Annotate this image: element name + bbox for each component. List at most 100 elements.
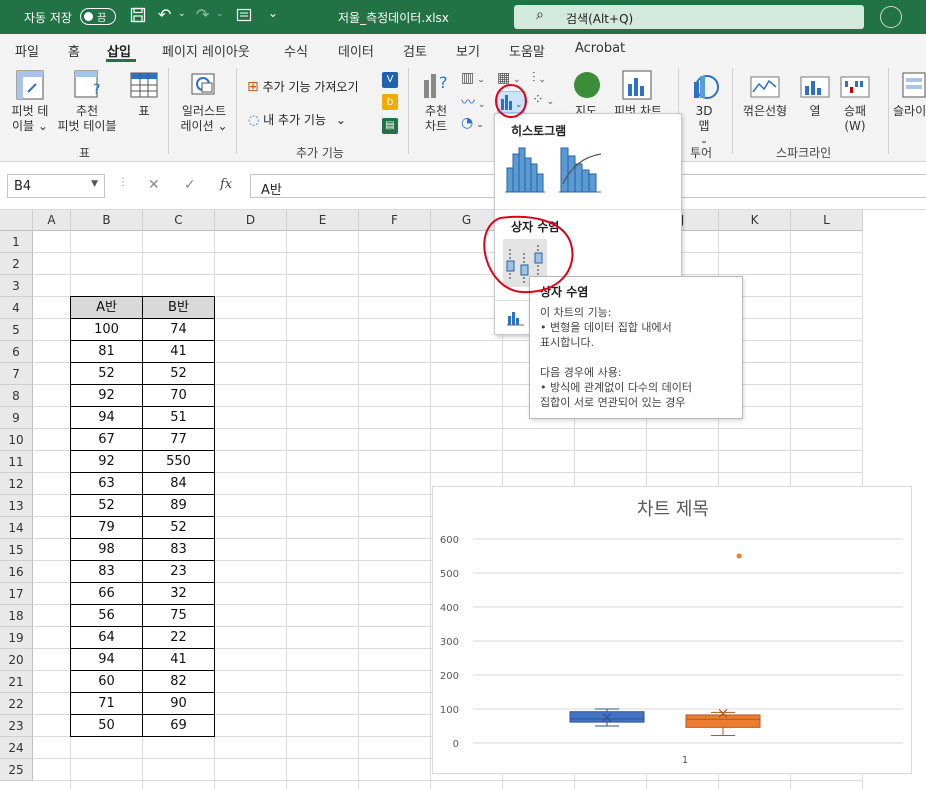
tab-home[interactable]: 홈 [68, 41, 80, 60]
maps-icon [574, 72, 600, 98]
line-chart-button[interactable]: 〰 ⌄ [461, 92, 485, 112]
table-header-cell[interactable]: A반 [71, 297, 143, 319]
table-cell[interactable]: 92 [71, 451, 143, 473]
table-cell[interactable]: 52 [71, 495, 143, 517]
table-button[interactable]: 표 [130, 104, 158, 119]
tab-help[interactable]: 도움말 [509, 41, 545, 60]
table-cell[interactable]: 75 [143, 605, 215, 627]
table-cell[interactable]: 82 [143, 671, 215, 693]
undo-icon[interactable]: ↶ [158, 5, 171, 24]
table-cell[interactable]: 89 [143, 495, 215, 517]
table-cell[interactable]: 70 [143, 385, 215, 407]
table-cell[interactable]: 74 [143, 319, 215, 341]
statistic-chart-button[interactable]: ⌄ [497, 91, 525, 113]
tab-view[interactable]: 보기 [456, 41, 480, 60]
table-cell[interactable]: 92 [71, 385, 143, 407]
y-tick-label: 0 [453, 739, 459, 750]
insert-function-button[interactable]: fx [220, 177, 232, 192]
table-cell[interactable]: 81 [71, 341, 143, 363]
table-cell[interactable]: 23 [143, 561, 215, 583]
svg-text:⌄: ⌄ [515, 100, 523, 110]
tab-acrobat[interactable]: Acrobat [575, 41, 625, 56]
tab-insert[interactable]: 삽입 [107, 41, 131, 60]
table-cell[interactable]: 100 [71, 319, 143, 341]
scatter-chart-button[interactable]: ⁘ ⌄ [532, 92, 554, 108]
tab-page-layout[interactable]: 페이지 레이아웃 [162, 41, 250, 60]
illustrations-button[interactable]: 일러스트 레이션 ⌄ [178, 104, 230, 134]
cancel-icon[interactable]: ✕ [148, 177, 160, 193]
pareto-option[interactable] [557, 144, 603, 194]
waterfall-chart-button[interactable]: ⫶ ⌄ [532, 70, 546, 86]
table-cell[interactable]: 84 [143, 473, 215, 495]
box-whisker-chart[interactable]: 차트 제목 0 100 200 300 400 500 600 1 [432, 486, 912, 774]
table-cell[interactable]: 83 [71, 561, 143, 583]
table-cell[interactable]: 64 [71, 627, 143, 649]
table-cell[interactable]: 32 [143, 583, 215, 605]
addins-grid-icon: ⊞ [247, 79, 259, 95]
pie-chart-button[interactable]: ◔ ⌄ [461, 115, 484, 131]
table-cell[interactable]: 77 [143, 429, 215, 451]
enter-icon[interactable]: ✓ [184, 177, 196, 193]
name-box-dropdown-icon[interactable]: ▼ [91, 179, 98, 189]
redo-icon[interactable]: ↷ [196, 5, 209, 24]
statistic-chart-icon: ⌄ [501, 95, 523, 110]
table-cell[interactable]: 79 [71, 517, 143, 539]
table-cell[interactable]: 52 [71, 363, 143, 385]
table-cell[interactable]: 22 [143, 627, 215, 649]
sparkline-winloss-button[interactable]: 승패 (W) [836, 104, 874, 134]
recommended-charts-button[interactable]: 추천 차트 [418, 104, 454, 134]
table-cell[interactable]: 98 [71, 539, 143, 561]
hierarchy-chart-button[interactable]: ▦ ⌄ [497, 70, 521, 86]
svg-text:?: ? [439, 73, 448, 92]
table-cell[interactable]: 50 [71, 715, 143, 737]
table-cell[interactable]: 83 [143, 539, 215, 561]
table-cell[interactable]: 94 [71, 407, 143, 429]
3d-map-button[interactable]: 3D 맵 ⌄ [686, 104, 722, 149]
table-cell[interactable]: 69 [143, 715, 215, 737]
table-cell[interactable]: 51 [143, 407, 215, 429]
table-cell[interactable]: 41 [143, 649, 215, 671]
recommended-pivot-button[interactable]: 추천 피벗 테이블 [53, 104, 121, 134]
histogram-option[interactable] [503, 144, 547, 194]
visio-icon[interactable]: V [382, 72, 398, 88]
get-addins-button[interactable]: ⊞ 추가 기능 가져오기 [247, 78, 359, 95]
table-cell[interactable]: 67 [71, 429, 143, 451]
table-cell[interactable]: 550 [143, 451, 215, 473]
tab-formulas[interactable]: 수식 [284, 41, 308, 60]
table-cell[interactable]: 41 [143, 341, 215, 363]
account-icon[interactable] [880, 6, 902, 28]
customize-qat-icon[interactable]: ⌄ [268, 6, 278, 20]
form-icon[interactable] [236, 7, 252, 27]
table-cell[interactable]: 63 [71, 473, 143, 495]
title-bar: 자동 저장 끔 ↶ ⌄ ↷ ⌄ ⌄ 저울_측정데이터.xlsx ⌕ 검색(Alt… [0, 0, 926, 34]
table-cell[interactable]: 66 [71, 583, 143, 605]
tab-data[interactable]: 데이터 [338, 41, 374, 60]
sparkline-line-icon [750, 76, 780, 101]
more-statistic-charts-icon[interactable] [507, 310, 525, 329]
table-cell[interactable]: 90 [143, 693, 215, 715]
search-box[interactable]: ⌕ 검색(Alt+Q) [514, 5, 864, 29]
slicer-button[interactable]: 슬라이 [893, 104, 926, 119]
table-header-cell[interactable]: B반 [143, 297, 215, 319]
name-box[interactable]: B4 ▼ [7, 174, 105, 198]
sparkline-column-button[interactable]: 열 [800, 104, 830, 119]
undo-dropdown-icon[interactable]: ⌄ [178, 9, 186, 19]
table-cell[interactable]: 52 [143, 517, 215, 539]
sparkline-line-button[interactable]: 꺾은선형 [738, 104, 792, 119]
3d-map-icon [690, 72, 720, 105]
column-chart-button[interactable]: ▥ ⌄ [461, 70, 485, 86]
table-cell[interactable]: 56 [71, 605, 143, 627]
redo-dropdown-icon[interactable]: ⌄ [216, 9, 224, 19]
table-cell[interactable]: 71 [71, 693, 143, 715]
autosave-toggle[interactable]: 끔 [80, 8, 116, 25]
save-icon[interactable] [130, 7, 146, 27]
table-cell[interactable]: 52 [143, 363, 215, 385]
pivot-table-button[interactable]: 피벗 테 이블 ⌄ [6, 104, 54, 134]
table-cell[interactable]: 94 [71, 649, 143, 671]
my-addins-button[interactable]: ◌ 내 추가 기능 ⌄ [248, 111, 346, 128]
table-cell[interactable]: 60 [71, 671, 143, 693]
people-graph-icon[interactable]: ▤ [382, 118, 398, 134]
bing-icon[interactable]: b [382, 94, 398, 110]
tab-file[interactable]: 파일 [15, 41, 39, 60]
tab-review[interactable]: 검토 [403, 41, 427, 60]
